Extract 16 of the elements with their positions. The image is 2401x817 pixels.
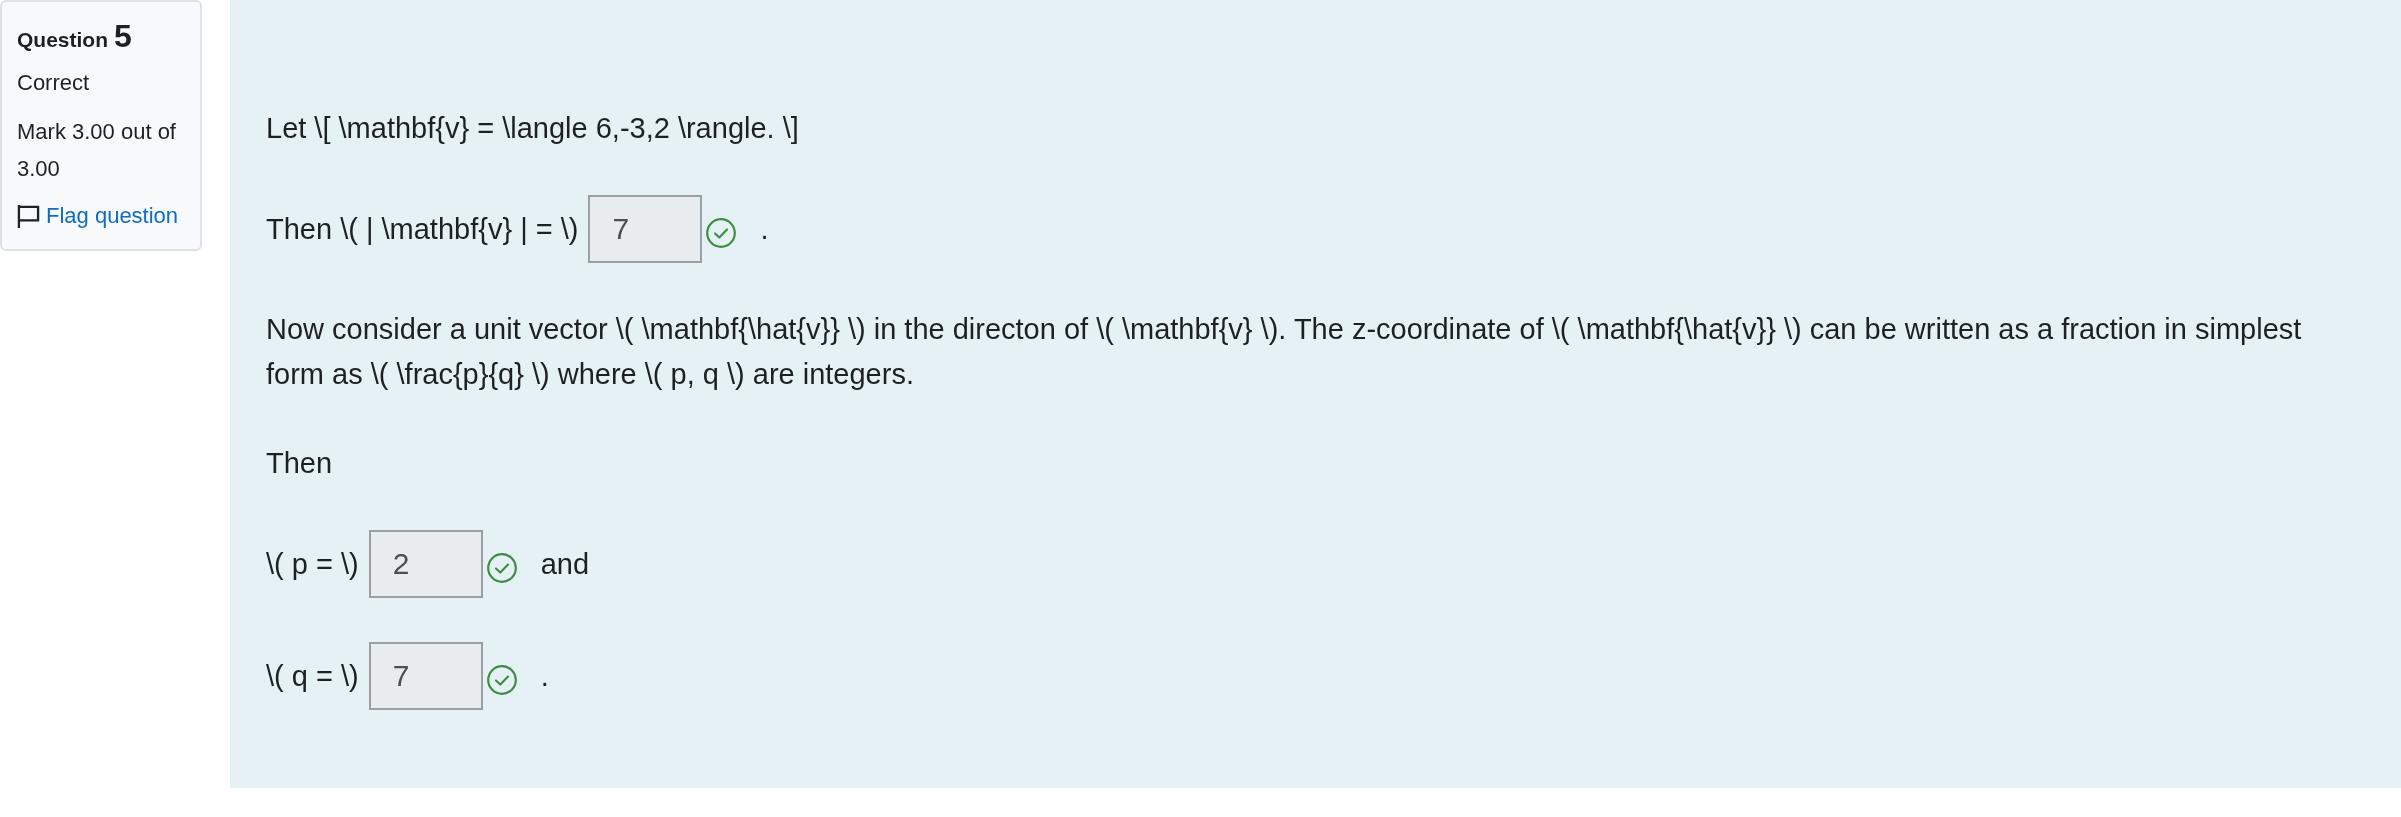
trailing-text: . bbox=[540, 658, 549, 694]
prompt-text: \( p = \) bbox=[266, 546, 359, 582]
question-text: Let \[ \mathbf{v} = \langle 6,-3,2 \rangle. \] bbox=[266, 111, 800, 146]
flag-question-link[interactable]: Flag question bbox=[17, 199, 185, 233]
status-text: Correct bbox=[17, 69, 91, 97]
answer-field[interactable]: 7 bbox=[588, 195, 703, 263]
question-text: Now consider a unit vector \( \mathbf{\hat{v}} \) in the directon of \( \mathbf{v} \). The z-coordinate of \( \mathbf{\hat{v}} \) can be written as a fraction in simplest form as \( \frac{p}{q} \) where \( p, q \) are integers. bbox=[266, 312, 2303, 392]
question-text: Then bbox=[266, 446, 334, 481]
trailing-text: and bbox=[540, 546, 590, 582]
prompt-text: Then \( | \mathbf{v} | = \) bbox=[266, 211, 579, 247]
grade-text: Mark 3.00 out of 3.00 bbox=[17, 118, 177, 183]
question-heading: Question 5 bbox=[17, 17, 133, 56]
trailing-text: . bbox=[760, 211, 769, 247]
answer-field[interactable]: 7 bbox=[368, 642, 483, 710]
prompt-text: \( q = \) bbox=[266, 658, 359, 694]
answer-field[interactable]: 2 bbox=[368, 530, 483, 598]
